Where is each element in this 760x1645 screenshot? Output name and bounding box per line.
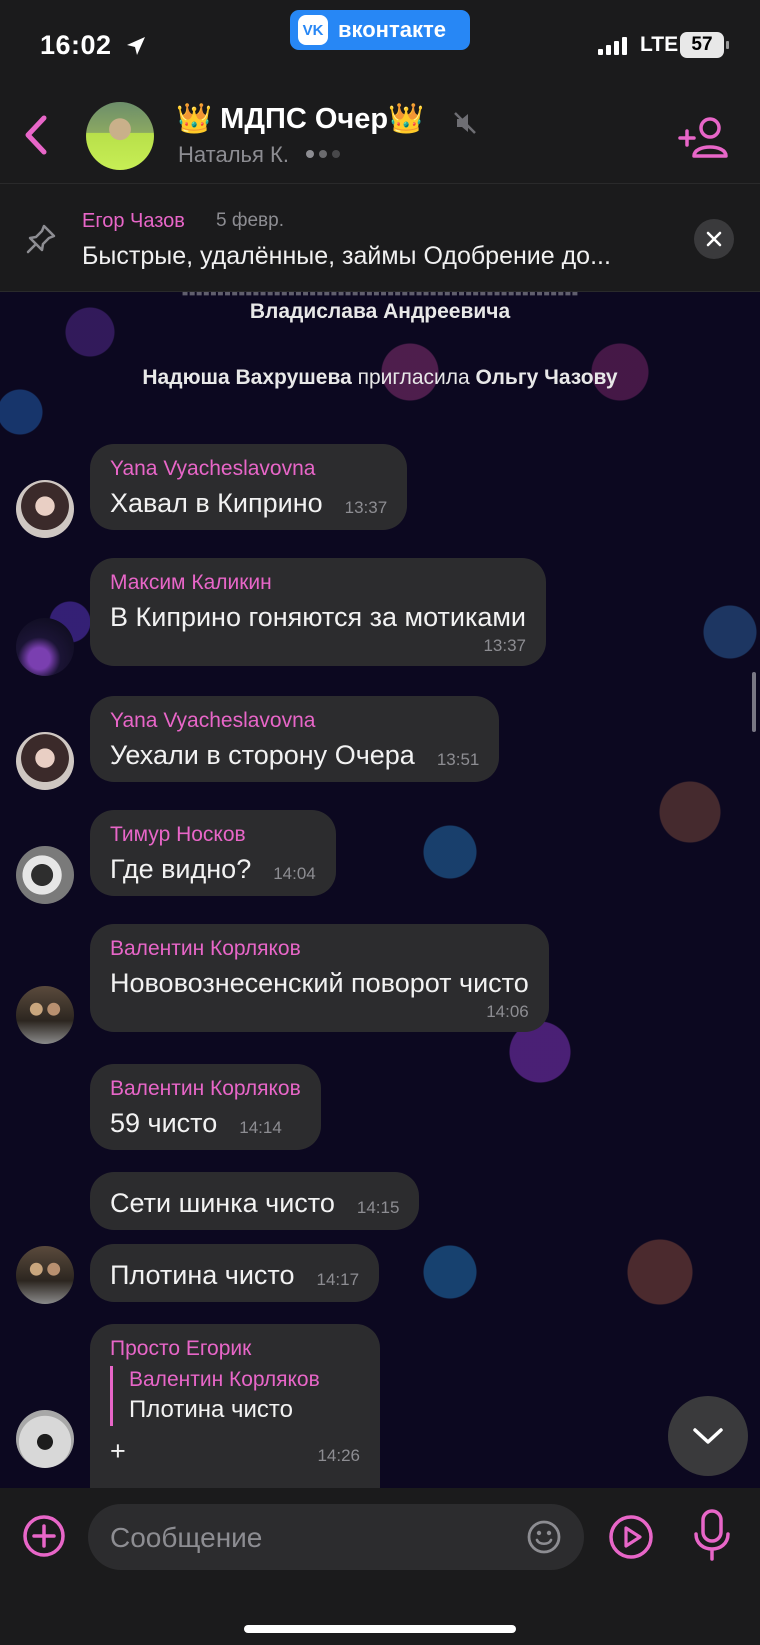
message-bubble[interactable]: Максим Каликин В Киприно гоняются за мот… [90, 558, 547, 666]
avatar[interactable] [16, 1246, 74, 1304]
message-time: 14:14 [239, 1118, 282, 1137]
status-time: 16:02 [40, 30, 112, 60]
message-text: Хавал в Киприно [110, 488, 323, 518]
plus-circle-icon[interactable] [22, 1514, 66, 1558]
message-author[interactable]: Максим Каликин [110, 570, 526, 596]
reply-author: Валентин Корляков [129, 1368, 320, 1391]
network-type: LTE [640, 33, 679, 56]
add-user-icon[interactable] [676, 114, 732, 160]
location-arrow-icon [127, 37, 145, 55]
reply-quote[interactable]: Валентин Корляков Плотина чисто [110, 1366, 360, 1426]
home-indicator[interactable] [244, 1625, 516, 1633]
typing-dots-icon [306, 150, 340, 158]
message-author[interactable]: Валентин Корляков [110, 936, 529, 962]
message-bubble[interactable]: Просто Егорик Валентин Корляков Плотина … [90, 1324, 380, 1488]
message-text: Уехали в сторону Очера [110, 740, 415, 770]
chat-avatar[interactable] [86, 102, 154, 170]
message-text: 59 чисто [110, 1108, 218, 1138]
signal-icon [598, 35, 627, 55]
message-time: 14:17 [316, 1270, 360, 1289]
message-time: 13:37 [344, 498, 388, 517]
message-bubble[interactable]: Сети шинка чисто 14:15 [90, 1172, 420, 1230]
message-time: 14:06 [486, 1002, 529, 1021]
avatar[interactable] [16, 480, 74, 538]
message-time: 14:04 [273, 864, 316, 883]
message-time: 13:51 [436, 750, 480, 769]
video-message-icon[interactable] [608, 1514, 654, 1560]
avatar[interactable] [16, 986, 74, 1044]
message-list[interactable]: ▪▪▪▪▪▪▪▪▪▪▪▪▪▪▪▪▪▪▪▪▪▪▪▪▪▪▪▪▪▪▪▪▪▪▪▪▪▪▪▪… [0, 292, 760, 1488]
pinned-date: 5 февр. [216, 210, 284, 231]
back-to-app-pill[interactable]: VK вконтакте [290, 10, 470, 50]
message-bubble[interactable]: Yana Vyacheslavovna Хавал в Киприно 13:3… [90, 444, 408, 530]
avatar[interactable] [16, 618, 74, 676]
message-author[interactable]: Yana Vyacheslavovna [110, 456, 387, 482]
pinned-text: Быстрые, удалённые, займы Одобрение до..… [82, 242, 611, 270]
pin-icon [26, 224, 56, 254]
chat-header: 👑 МДПС Очер👑 Наталья К. [0, 90, 760, 184]
status-bar: 16:02 VK вконтакте LTE 57 [0, 0, 760, 90]
message-author[interactable]: Просто Егорик [110, 1336, 360, 1362]
message-bubble[interactable]: Плотина чисто 14:17 [90, 1244, 380, 1302]
avatar[interactable] [16, 732, 74, 790]
avatar[interactable] [16, 846, 74, 904]
message-text: Нововознесенский поворот чисто [110, 968, 529, 998]
pinned-message[interactable]: Егор Чазов 5 февр. Быстрые, удалённые, з… [0, 184, 760, 292]
message-text: + [110, 1436, 126, 1466]
message-bubble[interactable]: Валентин Корляков 59 чисто 14:14 [90, 1064, 321, 1150]
message-input-placeholder: Сообщение [110, 1522, 263, 1553]
reply-text: Плотина чисто [129, 1396, 293, 1423]
back-chevron-icon[interactable] [20, 112, 54, 158]
message-author[interactable]: Валентин Корляков [110, 1076, 301, 1102]
emoji-icon[interactable] [526, 1519, 562, 1555]
app-pill-label: вконтакте [338, 17, 447, 42]
chat-title[interactable]: 👑 МДПС Очер👑 [176, 102, 424, 136]
vk-logo-icon: VK [298, 15, 328, 45]
message-input[interactable]: Сообщение [88, 1504, 584, 1570]
message-bubble[interactable]: Yana Vyacheslavovna Уехали в сторону Оче… [90, 696, 500, 782]
message-composer: Сообщение [0, 1488, 760, 1645]
message-text: Сети шинка чисто [110, 1188, 335, 1218]
battery-indicator: 57 [680, 32, 729, 58]
message-text: Плотина чисто [110, 1260, 295, 1290]
close-icon [706, 231, 722, 247]
microphone-icon[interactable] [692, 1508, 732, 1562]
message-text: Где видно? [110, 854, 252, 884]
system-message: Надюша Вахрушева пригласила Ольгу Чазову [142, 366, 618, 389]
message-time: 14:26 [317, 1446, 360, 1465]
typing-status: Наталья К. [178, 142, 289, 167]
message-bubble[interactable]: Тимур Носков Где видно? 14:04 [90, 810, 336, 896]
message-author[interactable]: Тимур Носков [110, 822, 316, 848]
chevron-down-icon [693, 1428, 723, 1444]
message-bubble[interactable]: Валентин Корляков Нововознесенский повор… [90, 924, 549, 1032]
scroll-down-button[interactable] [668, 1396, 748, 1476]
mute-icon [454, 112, 476, 134]
system-message-fragment: Владислава Андреевича [249, 300, 511, 323]
pinned-author: Егор Чазов [82, 210, 185, 232]
avatar[interactable] [16, 1410, 74, 1468]
scrollbar[interactable] [752, 672, 756, 732]
message-text: В Киприно гоняются за мотиками [110, 602, 527, 632]
close-pinned-button[interactable] [694, 219, 734, 259]
message-author[interactable]: Yana Vyacheslavovna [110, 708, 479, 734]
message-time: 13:37 [483, 636, 527, 655]
message-time: 14:15 [356, 1198, 400, 1217]
